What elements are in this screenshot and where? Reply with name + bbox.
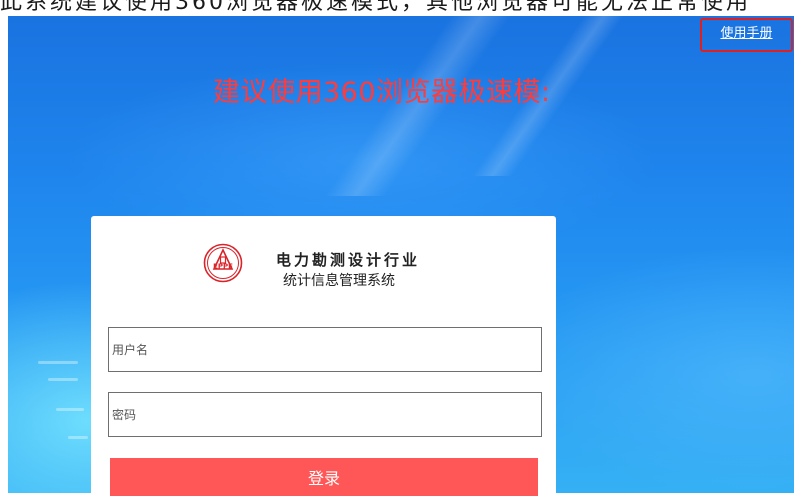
system-org-title: 电力勘测设计行业 — [276, 251, 421, 269]
top-banner-text: 此系统建议使用360浏览器极速模式，其他浏览器可能无法正常使用 — [0, 0, 751, 15]
eppe-logo-icon: EPPE — [203, 243, 243, 283]
system-name: 统计信息管理系统 — [283, 273, 395, 289]
login-panel: EPPE 电力勘测设计行业 统计信息管理系统 登录 — [91, 216, 556, 496]
top-banner-strip: 此系统建议使用360浏览器极速模式，其他浏览器可能无法正常使用 — [0, 0, 799, 16]
light-streak — [48, 378, 78, 381]
eppe-logo-text: EPPE — [213, 263, 233, 271]
user-manual-link[interactable]: 使用手册 — [700, 18, 793, 52]
light-streak — [68, 436, 88, 439]
password-input[interactable] — [108, 392, 542, 437]
username-input[interactable] — [108, 327, 542, 372]
login-button[interactable]: 登录 — [110, 458, 538, 496]
right-margin — [794, 16, 799, 493]
user-manual-label[interactable]: 使用手册 — [720, 22, 772, 41]
light-streak — [38, 361, 78, 364]
light-streak — [56, 408, 84, 411]
browser-notice: 建议使用360浏览器极速模: — [213, 77, 551, 108]
left-margin — [0, 16, 8, 493]
